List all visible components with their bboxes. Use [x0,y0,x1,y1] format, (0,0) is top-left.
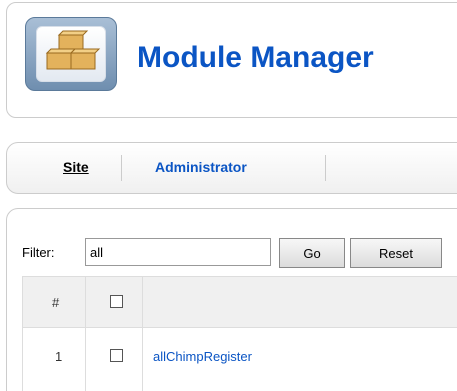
modules-table: # 1 allChimpRegister [22,276,457,391]
column-divider [142,276,143,391]
table-header: # [22,276,457,328]
module-manager-page: Module Manager Site Administrator Filter… [0,0,457,391]
header-panel: Module Manager [6,2,457,118]
filter-input[interactable] [85,238,271,266]
tab-divider [121,155,122,181]
select-all-checkbox[interactable] [110,295,123,308]
table-row: 1 allChimpRegister [22,328,457,383]
reset-button[interactable]: Reset [350,238,442,268]
module-name-link[interactable]: allChimpRegister [153,349,252,364]
filter-label: Filter: [22,245,55,260]
tab-site[interactable]: Site [63,159,89,175]
submenu-tabs: Site Administrator [6,142,457,194]
row-number: 1 [55,349,63,364]
column-divider [85,276,86,391]
module-boxes-icon [25,17,117,91]
tab-divider [325,155,326,181]
page-title: Module Manager [137,41,374,74]
row-checkbox[interactable] [110,349,123,362]
go-button[interactable]: Go [279,238,345,268]
boxes-graphic [45,30,101,70]
column-header-number: # [52,295,60,310]
column-divider [22,276,23,391]
tab-administrator[interactable]: Administrator [155,159,247,175]
